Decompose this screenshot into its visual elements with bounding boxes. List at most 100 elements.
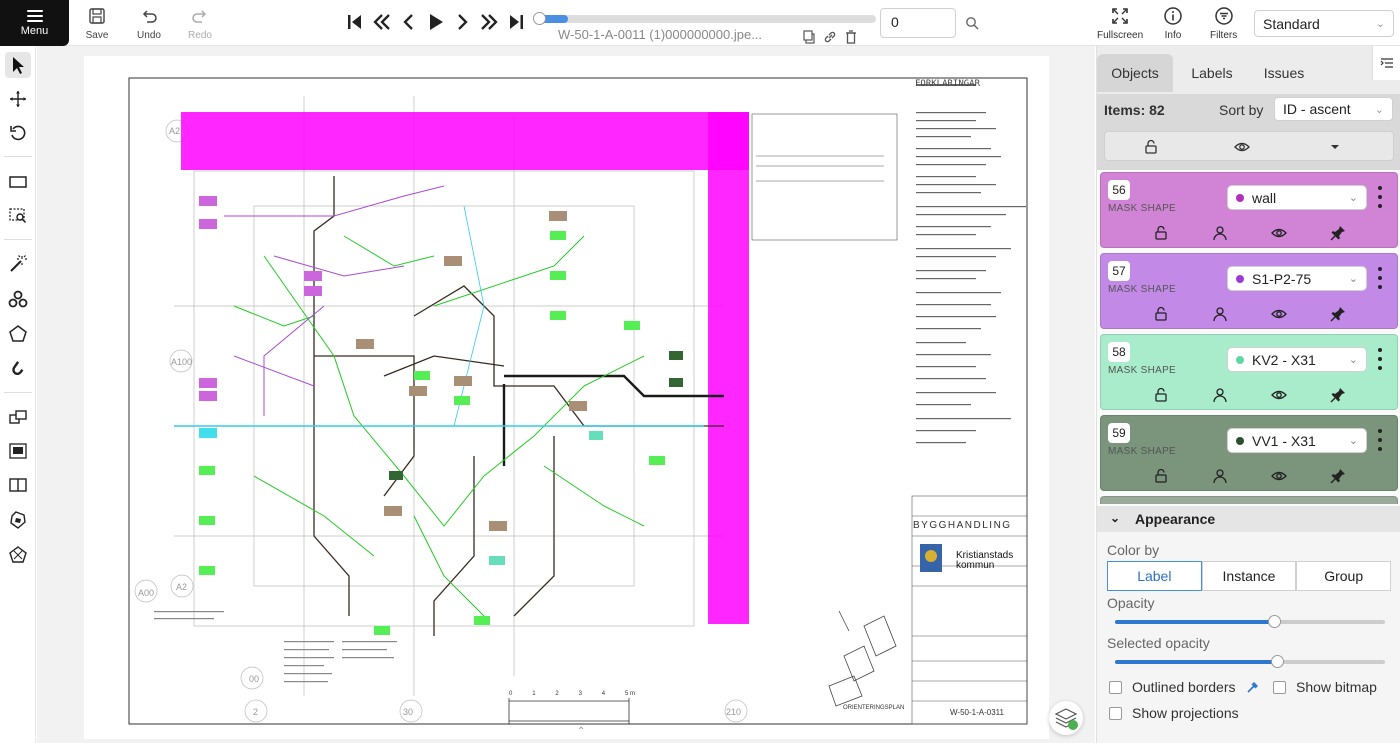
undo-button[interactable]: Undo [124,6,174,41]
user-icon[interactable] [1212,468,1228,484]
object-item-partial[interactable] [1100,496,1398,504]
eye-icon[interactable] [1271,468,1287,484]
floor-plan-drawing [128,77,1028,725]
object-label-select[interactable]: VV1 - X31 ⌄ [1227,428,1367,453]
fast-backward-icon[interactable] [372,11,391,33]
object-item[interactable]: 57 MASK SHAPE S1-P2-75 ⌄ [1100,253,1398,329]
annotation-canvas[interactable]: FÖRKLARINGAR BYGGHANDLING Kristianstads … [37,46,1095,743]
magic-wand-tool[interactable] [5,251,31,277]
user-icon[interactable] [1212,306,1228,322]
label-color-dot [1236,436,1244,445]
play-icon[interactable] [426,11,445,33]
eye-icon[interactable] [1271,306,1287,322]
object-type: MASK SHAPE [1108,446,1177,457]
last-frame-icon[interactable] [507,11,526,33]
caret-down-icon[interactable] [1327,139,1343,155]
unlock-icon[interactable] [1153,306,1169,322]
show-bitmap-checkbox[interactable]: Show bitmap [1273,679,1377,695]
info-button[interactable]: Info [1163,6,1183,41]
fast-forward-icon[interactable] [480,11,499,33]
show-projections-checkbox[interactable]: Show projections [1109,705,1239,721]
tab-labels[interactable]: Labels [1179,54,1245,92]
object-item[interactable]: 59 MASK SHAPE VV1 - X31 ⌄ [1100,415,1398,491]
layers-button[interactable] [1049,701,1083,735]
tab-issues[interactable]: Issues [1249,54,1319,92]
opacity-slider-handle[interactable] [1268,615,1282,628]
frame-number-input[interactable]: 0 [880,8,956,38]
object-label-value: wall [1252,189,1277,206]
zoom-region-tool[interactable] [5,203,31,229]
menu-button[interactable]: Menu [0,0,69,46]
cursor-tool[interactable] [5,52,31,78]
object-label-select[interactable]: wall ⌄ [1227,185,1367,210]
move-tool[interactable] [5,86,31,112]
polygon-tool[interactable] [5,321,31,347]
more-options-icon[interactable] [1375,348,1385,370]
join-tool[interactable] [5,507,31,533]
split-tool[interactable] [5,472,31,498]
more-options-icon[interactable] [1375,267,1385,289]
selected-opacity-slider-handle[interactable] [1271,655,1284,668]
fullscreen-button[interactable]: Fullscreen [1097,6,1143,41]
save-button[interactable]: Save [72,6,122,41]
frame-slider[interactable] [533,12,876,25]
chevron-up-icon[interactable]: ⌃ [577,726,585,737]
filters-button[interactable]: Filters [1210,6,1237,41]
redo-button[interactable]: Redo [175,6,225,41]
link-icon[interactable] [823,30,837,44]
sort-select[interactable]: ID - ascent ⌄ [1274,97,1393,121]
eye-icon[interactable] [1234,139,1250,155]
pin-icon[interactable] [1330,387,1346,403]
collapse-sidebar-button[interactable] [1372,46,1400,80]
pin-icon[interactable] [1330,468,1346,484]
ai-tools-tool[interactable] [5,286,31,312]
previous-frame-icon[interactable] [399,11,418,33]
magnet-tool[interactable] [5,356,31,382]
next-frame-icon[interactable] [453,11,472,33]
grid-ref-label: 00 [249,674,260,684]
color-by-group-option[interactable]: Group [1296,561,1392,591]
object-label-select[interactable]: S1-P2-75 ⌄ [1227,266,1367,291]
more-options-icon[interactable] [1375,429,1385,451]
first-frame-icon[interactable] [345,11,364,33]
object-item[interactable]: 58 MASK SHAPE KV2 - X31 ⌄ [1100,334,1398,410]
user-icon[interactable] [1212,387,1228,403]
unlock-icon[interactable] [1153,225,1169,241]
cursor-icon [13,57,24,74]
object-type: MASK SHAPE [1108,284,1177,295]
object-item[interactable]: 56 MASK SHAPE wall ⌄ [1100,172,1398,248]
rotate-tool[interactable] [5,120,31,146]
more-options-icon[interactable] [1375,186,1385,208]
color-picker-icon[interactable] [1246,680,1260,694]
slice-tool[interactable] [5,542,31,568]
eye-icon[interactable] [1271,225,1287,241]
grid-ref-label: 2 [253,707,259,717]
opacity-label: Opacity [1107,595,1155,611]
merge-tool[interactable] [5,404,31,430]
polygon-icon [9,325,27,342]
delete-icon[interactable] [844,30,858,44]
appearance-header[interactable]: ⌄ Appearance [1097,506,1400,532]
tab-objects[interactable]: Objects [1097,54,1173,92]
workspace-select[interactable]: Standard ⌄ [1254,10,1394,37]
search-icon[interactable] [965,16,979,30]
appearance-panel: ⌄ Appearance Color by Label Instance Gro… [1097,506,1400,743]
unlock-icon[interactable] [1153,387,1169,403]
fit-image-tool[interactable] [5,169,31,195]
user-icon[interactable] [1212,225,1228,241]
color-by-instance-option[interactable]: Instance [1201,561,1297,591]
scale-label: 2 [555,691,559,697]
pin-icon[interactable] [1330,306,1346,322]
copy-icon[interactable] [802,30,816,44]
pin-icon[interactable] [1330,225,1346,241]
unlock-icon[interactable] [1153,468,1169,484]
group-tool[interactable] [5,438,31,464]
opacity-slider[interactable] [1115,615,1385,628]
selected-opacity-slider[interactable] [1115,655,1385,668]
outlined-borders-checkbox[interactable]: Outlined borders [1109,679,1260,695]
eye-icon[interactable] [1271,387,1287,403]
color-by-label-option[interactable]: Label [1107,561,1202,591]
unlock-all-icon[interactable] [1143,139,1159,155]
object-label-select[interactable]: KV2 - X31 ⌄ [1227,347,1367,372]
frame-slider-handle[interactable] [533,12,546,25]
